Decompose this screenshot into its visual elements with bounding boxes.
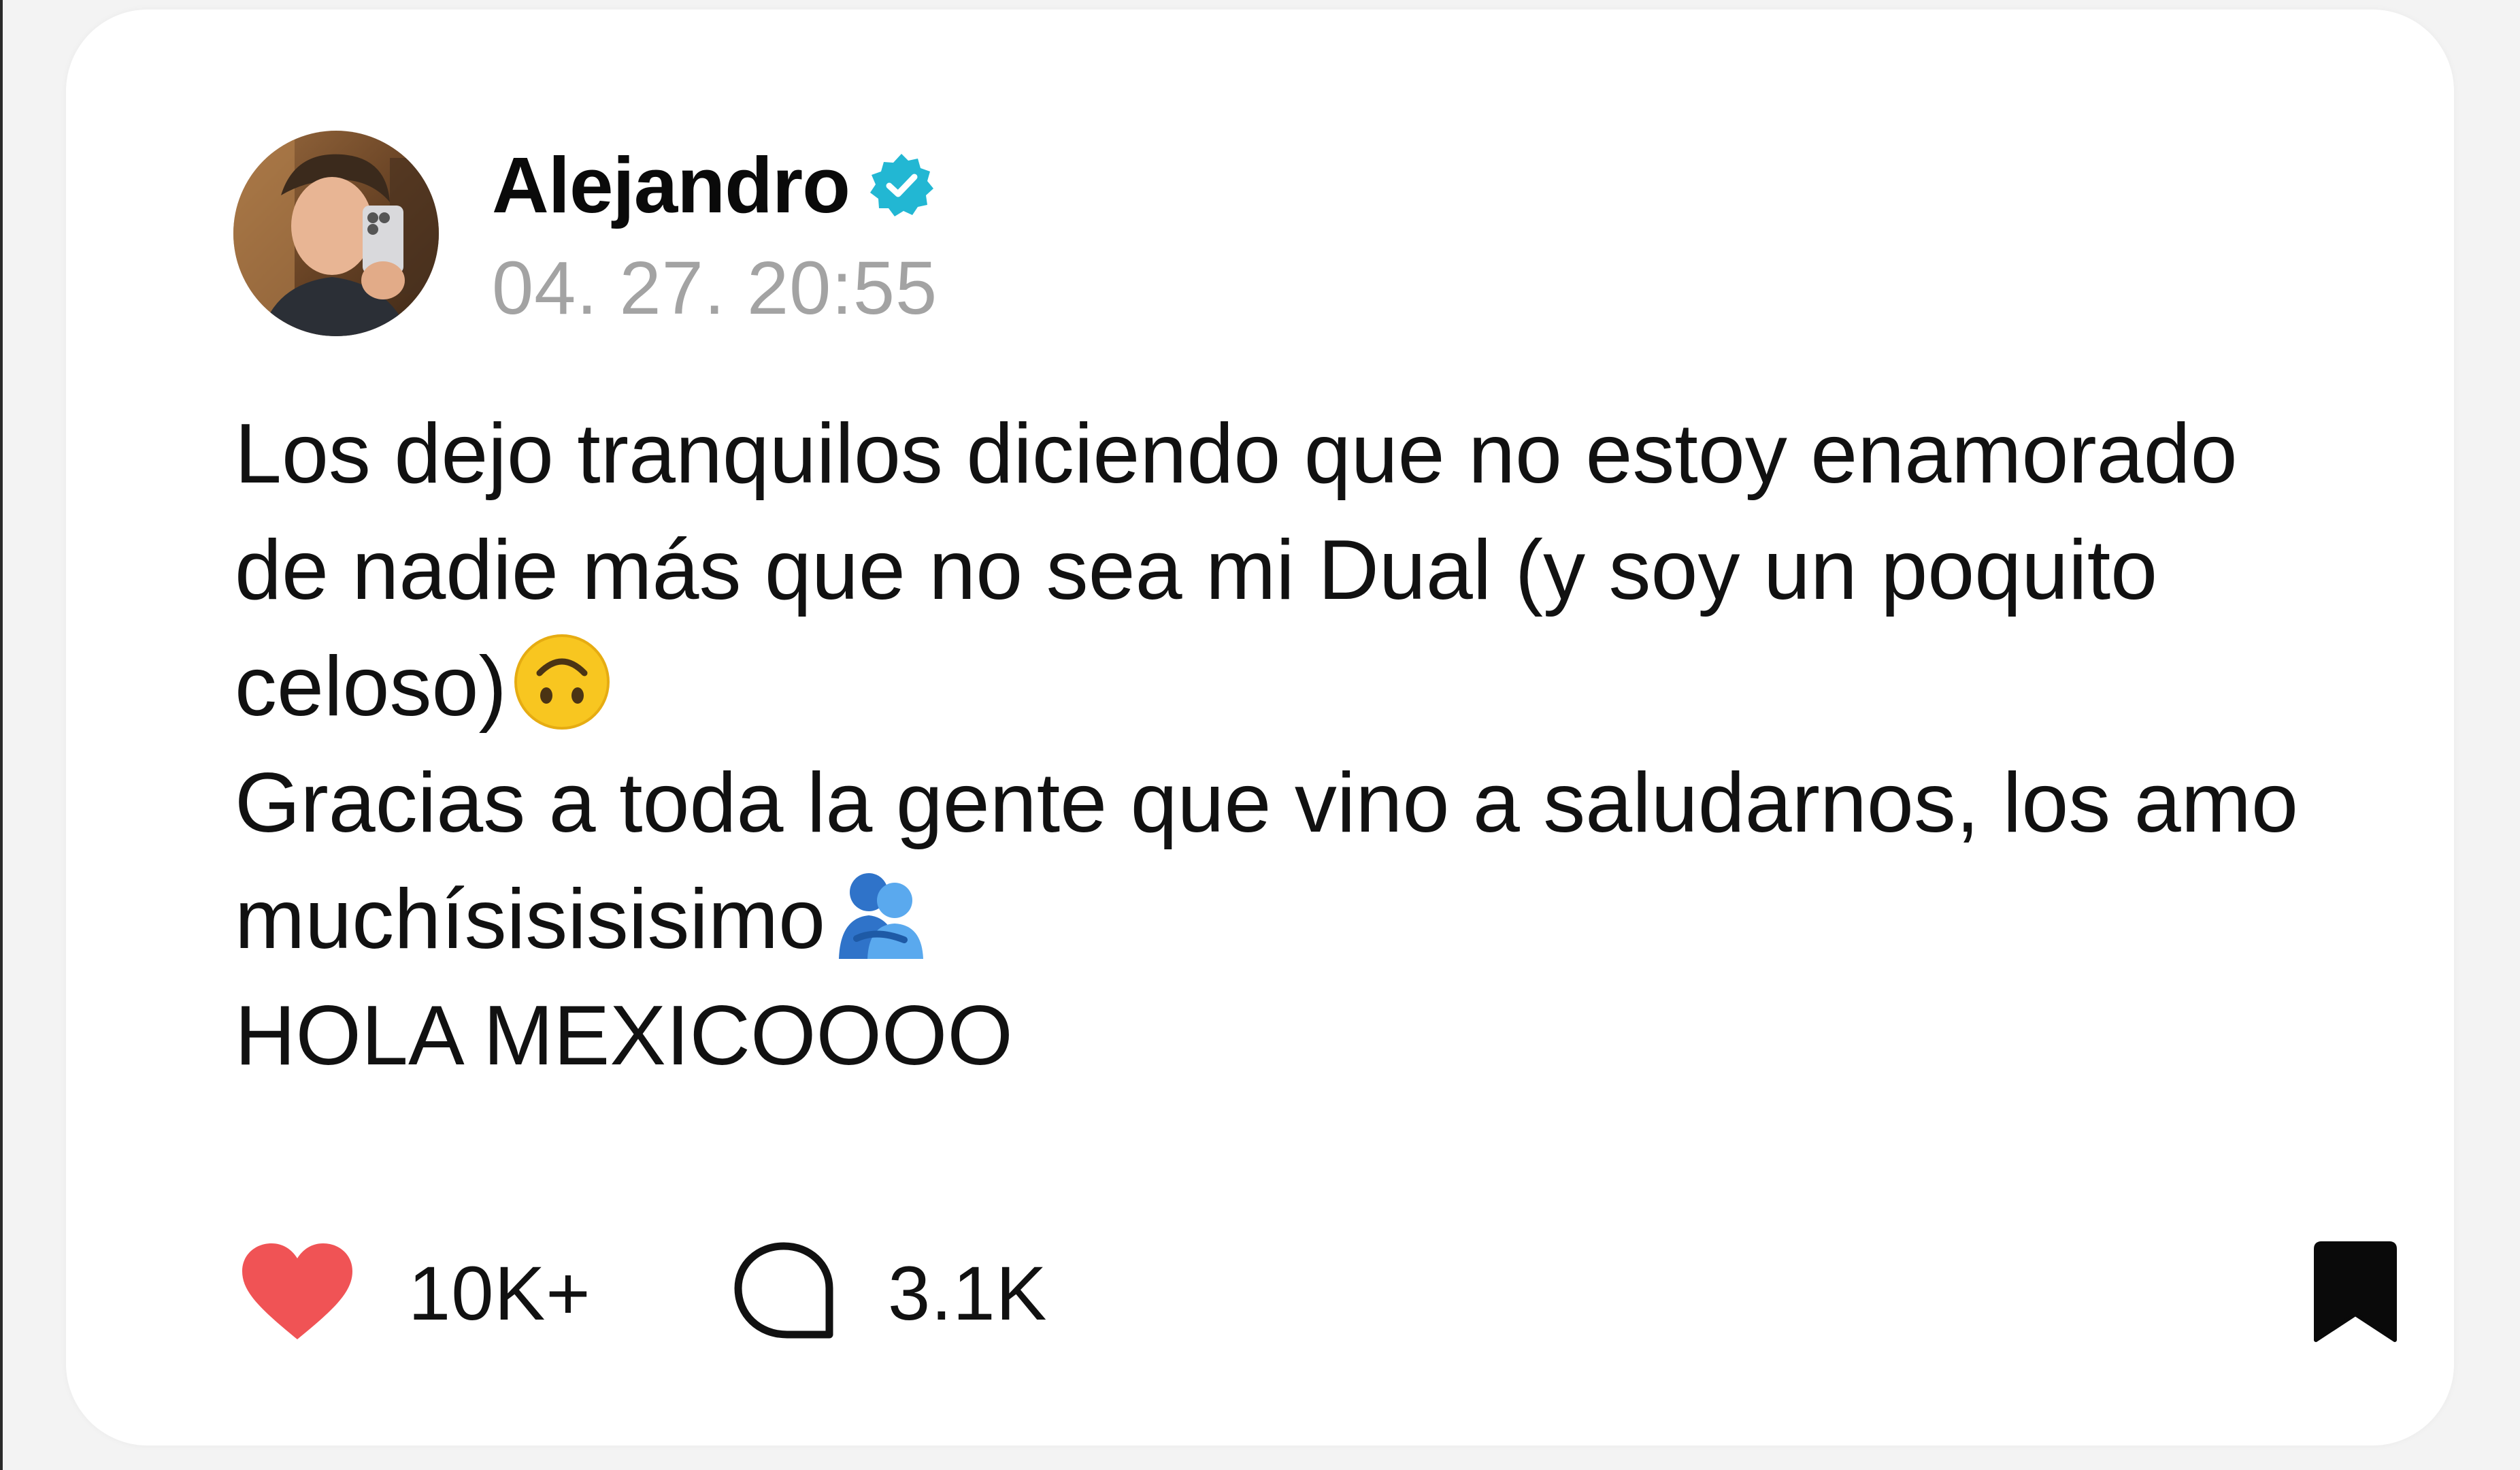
post-text-line-with-emoji: muchísisisisimo bbox=[235, 862, 2453, 978]
post-text-line: Los dejo tranquilos diciendo que no esto… bbox=[235, 407, 2238, 501]
upside-down-face-icon bbox=[511, 631, 613, 733]
author-name[interactable]: Alejandro bbox=[492, 140, 850, 231]
bookmark-button[interactable] bbox=[2308, 1232, 2403, 1354]
post-text-line: celoso) bbox=[235, 640, 507, 734]
comment-bubble-icon bbox=[733, 1241, 835, 1346]
window-edge bbox=[0, 0, 3, 1470]
author-header: Alejandro bbox=[492, 131, 935, 240]
post-text-line: HOLA MEXICOOOO bbox=[235, 989, 1013, 1083]
post-text-line: Gracias a toda la gente que vino a salud… bbox=[235, 756, 2298, 850]
post-timestamp: 04. 27. 20:55 bbox=[492, 246, 938, 330]
heart-icon bbox=[239, 1241, 355, 1346]
bookmark-icon bbox=[2308, 1241, 2403, 1346]
post-text-line: muchísisisisimo bbox=[235, 872, 826, 966]
post-actions: 10K+ 3.1K bbox=[239, 1232, 2403, 1354]
avatar[interactable] bbox=[233, 131, 439, 336]
verified-badge-icon bbox=[867, 151, 935, 219]
post-body: Los dejo tranquilos diciendo que no esto… bbox=[235, 396, 2453, 1094]
comment-count: 3.1K bbox=[888, 1250, 1048, 1336]
post-card: Alejandro 04. 27. 20:55 Los dejo tranqui… bbox=[66, 10, 2454, 1446]
people-hugging-icon bbox=[829, 864, 931, 966]
like-button[interactable]: 10K+ bbox=[239, 1232, 591, 1354]
post-text-line: de nadie más que no sea mi Dual (y soy u… bbox=[235, 523, 2158, 617]
like-count: 10K+ bbox=[408, 1250, 591, 1336]
post-text-line-with-emoji: celoso) bbox=[235, 629, 2453, 745]
comment-button[interactable]: 3.1K bbox=[733, 1232, 1047, 1354]
